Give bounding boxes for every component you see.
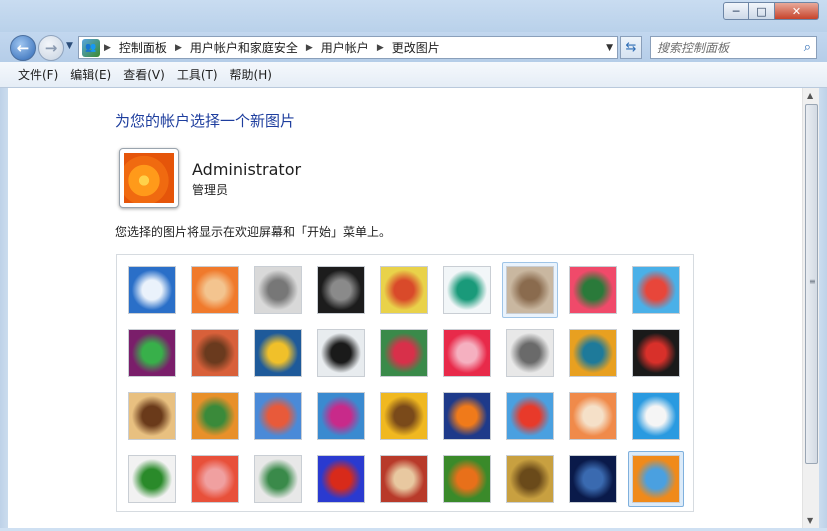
- picture-tile-sailboat[interactable]: [632, 392, 680, 440]
- chevron-right-icon[interactable]: ▶: [377, 43, 384, 53]
- menu-file[interactable]: 文件(F): [12, 66, 64, 83]
- picture-tile-spinning-top[interactable]: [443, 266, 491, 314]
- picture-tile-soccer-ball[interactable]: [128, 455, 176, 503]
- menu-tools[interactable]: 工具(T): [171, 66, 224, 83]
- picture-tile-ball[interactable]: [128, 329, 176, 377]
- breadcrumb-item[interactable]: 控制面板: [119, 39, 167, 56]
- picture-tile-tin-robot[interactable]: [254, 392, 302, 440]
- menu-help[interactable]: 帮助(H): [224, 66, 278, 83]
- user-accounts-icon: 👥: [82, 38, 100, 57]
- search-box[interactable]: ⌕: [650, 36, 817, 59]
- picture-tile-marbles[interactable]: [254, 455, 302, 503]
- picture-tile-flower[interactable]: [569, 266, 617, 314]
- address-bar[interactable]: 👥 ▶ 控制面板 ▶ 用户帐户和家庭安全 ▶ 用户帐户 ▶ 更改图片 ▼: [78, 36, 618, 59]
- picture-tile-kitten[interactable]: [506, 266, 554, 314]
- scroll-grip-icon: ≡: [809, 277, 816, 286]
- picture-tile-lighthouse[interactable]: [569, 455, 617, 503]
- picture-grid: [116, 254, 694, 512]
- picture-tile-vinyl-record[interactable]: [317, 266, 365, 314]
- picture-tile-orange-flower[interactable]: [632, 455, 680, 503]
- chevron-right-icon[interactable]: ▶: [306, 43, 313, 53]
- picture-tile-jacks[interactable]: [506, 329, 554, 377]
- picture-tile-dog-border-collie[interactable]: [317, 329, 365, 377]
- picture-tile-carpet[interactable]: [380, 455, 428, 503]
- menu-bar: 文件(F) 编辑(E) 查看(V) 工具(T) 帮助(H): [0, 62, 827, 88]
- breadcrumb-item[interactable]: 更改图片: [392, 39, 440, 56]
- title-bar: ─ □ ✕: [0, 0, 827, 32]
- picture-tile-stairs[interactable]: [569, 329, 617, 377]
- picture-tile-leaf[interactable]: [254, 329, 302, 377]
- recent-pages-dropdown-icon[interactable]: ▼: [66, 41, 73, 51]
- menu-view[interactable]: 查看(V): [117, 66, 171, 83]
- search-input[interactable]: [657, 40, 797, 55]
- minimize-button[interactable]: ─: [723, 2, 749, 20]
- address-dropdown-icon[interactable]: ▼: [606, 43, 613, 53]
- picture-tile-paper-star[interactable]: [443, 329, 491, 377]
- description-text: 您选择的图片将显示在欢迎屏幕和「开始」菜单上。: [115, 225, 392, 239]
- maximize-button[interactable]: □: [749, 2, 775, 20]
- picture-tile-crayons[interactable]: [380, 329, 428, 377]
- breadcrumb-item[interactable]: 用户帐户: [321, 39, 369, 56]
- scroll-down-icon[interactable]: ▼: [807, 516, 813, 525]
- menu-edit[interactable]: 编辑(E): [64, 66, 117, 83]
- picture-tile-robot-toy[interactable]: [254, 266, 302, 314]
- picture-tile-guitar[interactable]: [128, 392, 176, 440]
- current-user-picture: [119, 148, 179, 208]
- window-left-border: [0, 88, 8, 528]
- refresh-icon: ⇆: [625, 40, 637, 55]
- forward-button[interactable]: →: [38, 35, 64, 61]
- page-title: 为您的帐户选择一个新图片: [115, 112, 296, 130]
- picture-tile-sunflower[interactable]: [380, 392, 428, 440]
- user-name: Administrator: [192, 160, 302, 179]
- picture-tile-striped-cloth[interactable]: [191, 455, 239, 503]
- back-button[interactable]: ←: [10, 35, 36, 61]
- picture-tile-butterfly[interactable]: [443, 455, 491, 503]
- picture-tile-fabric[interactable]: [191, 329, 239, 377]
- picture-tile-hot-air-balloon[interactable]: [506, 392, 554, 440]
- caption-buttons: ─ □ ✕: [723, 2, 819, 20]
- breadcrumb-item[interactable]: 用户帐户和家庭安全: [190, 39, 298, 56]
- picture-tile-lucky-cat[interactable]: [380, 266, 428, 314]
- search-icon[interactable]: ⌕: [804, 40, 811, 55]
- navigation-bar: ← → ▼ 👥 ▶ 控制面板 ▶ 用户帐户和家庭安全 ▶ 用户帐户 ▶ 更改图片 ▼ ⇆ ⌕: [0, 32, 827, 62]
- refresh-button[interactable]: ⇆: [620, 36, 642, 59]
- close-button[interactable]: ✕: [775, 2, 819, 20]
- user-role: 管理员: [192, 183, 229, 197]
- chevron-right-icon[interactable]: ▶: [175, 43, 182, 53]
- picture-tile-window[interactable]: [317, 455, 365, 503]
- chevron-right-icon[interactable]: ▶: [104, 43, 111, 53]
- picture-tile-matryoshka[interactable]: [569, 392, 617, 440]
- vertical-scrollbar[interactable]: ▲ ≡ ▼: [802, 88, 819, 528]
- picture-tile-origami-crane[interactable]: [632, 329, 680, 377]
- orange-flower-avatar: [124, 153, 174, 203]
- picture-tile-scarves[interactable]: [317, 392, 365, 440]
- picture-tile-starfish[interactable]: [191, 266, 239, 314]
- picture-tile-roller-coaster[interactable]: [128, 266, 176, 314]
- picture-tile-puppy[interactable]: [191, 392, 239, 440]
- picture-tile-fish[interactable]: [443, 392, 491, 440]
- scroll-thumb[interactable]: ≡: [805, 104, 818, 464]
- picture-tile-ferris-wheel[interactable]: [632, 266, 680, 314]
- window-right-border: [819, 88, 827, 528]
- scroll-up-icon[interactable]: ▲: [807, 91, 813, 100]
- breadcrumb: 控制面板 ▶ 用户帐户和家庭安全 ▶ 用户帐户 ▶ 更改图片: [119, 39, 440, 56]
- content-pane: 为您的帐户选择一个新图片 Administrator 管理员 您选择的图片将显示…: [8, 88, 802, 528]
- picture-tile-shell[interactable]: [506, 455, 554, 503]
